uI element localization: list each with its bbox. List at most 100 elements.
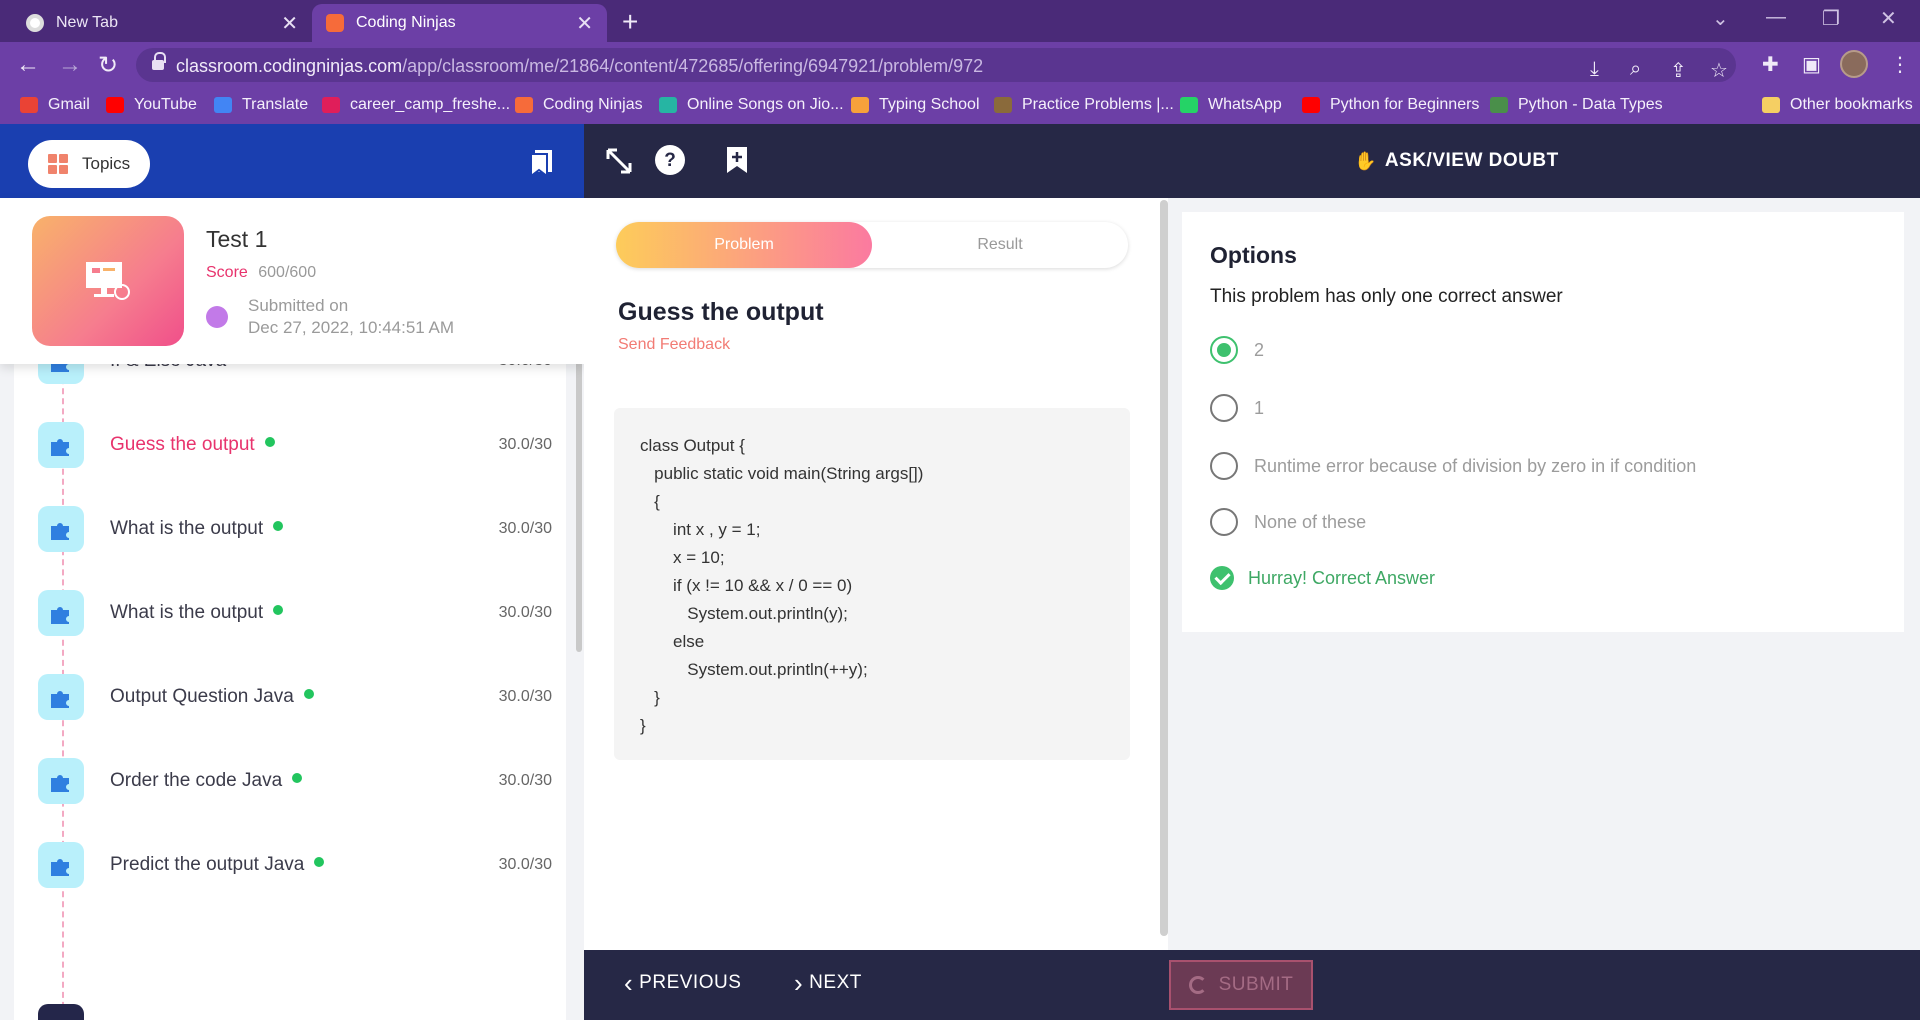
new-tab-button[interactable]: + bbox=[622, 6, 638, 38]
bookmark-gmail[interactable]: Gmail bbox=[20, 96, 90, 114]
chevron-right-icon: › bbox=[794, 968, 804, 998]
code-block: class Output { public static void main(S… bbox=[614, 408, 1130, 760]
minimize-icon[interactable]: — bbox=[1766, 6, 1786, 29]
bookmark-typing-school[interactable]: Typing School bbox=[851, 96, 980, 114]
bookmark-youtube[interactable]: YouTube bbox=[106, 96, 197, 114]
list-item-title: Output Question Java bbox=[110, 686, 294, 707]
puzzle-icon bbox=[38, 506, 84, 552]
address-bar[interactable]: classroom.codingninjas.com/app/classroom… bbox=[136, 48, 1736, 82]
tab-search-icon[interactable]: ⌄ bbox=[1712, 6, 1729, 31]
problem-title: Guess the output bbox=[618, 298, 824, 326]
status-dot bbox=[303, 689, 314, 699]
side-panel-icon[interactable]: ▣ bbox=[1802, 52, 1821, 77]
problem-result-toggle: Problem Result bbox=[616, 222, 1128, 268]
expand-icon[interactable] bbox=[604, 146, 634, 176]
options-subheading: This problem has only one correct answer bbox=[1210, 286, 1563, 307]
list-item[interactable]: What is the output 30.0/30 bbox=[14, 584, 566, 644]
main-header: ? ✋ ASK/VIEW DOUBT bbox=[584, 124, 1920, 198]
submit-button[interactable]: SUBMIT bbox=[1169, 960, 1313, 1010]
bookmark-coding-ninjas[interactable]: Coding Ninjas bbox=[515, 96, 643, 114]
close-tab-icon[interactable]: ✕ bbox=[576, 11, 593, 36]
list-item-active[interactable]: Guess the output 30.0/30 bbox=[14, 416, 566, 476]
test-title: Test 1 bbox=[206, 226, 268, 252]
bookmark-practice-problems[interactable]: Practice Problems |... bbox=[994, 96, 1174, 114]
reload-icon[interactable]: ↻ bbox=[98, 51, 118, 80]
forward-icon[interactable]: → bbox=[58, 51, 82, 79]
puzzle-icon bbox=[38, 674, 84, 720]
code-text: class Output { public static void main(S… bbox=[640, 436, 924, 735]
test-score: Score 600/600 bbox=[206, 264, 317, 281]
puzzle-icon bbox=[38, 842, 84, 888]
share-icon[interactable]: ⇪ bbox=[1670, 58, 1687, 83]
list-item-title: Order the code Java bbox=[110, 770, 283, 791]
folder-icon bbox=[1762, 97, 1780, 113]
list-item-title: Guess the output bbox=[110, 434, 255, 455]
topics-button[interactable]: Topics bbox=[28, 140, 150, 188]
list-item-title: What is the output bbox=[110, 518, 264, 539]
help-icon[interactable]: ? bbox=[654, 144, 686, 176]
restore-icon[interactable]: ❐ bbox=[1822, 6, 1840, 31]
list-item-title: Predict the output Java bbox=[110, 854, 305, 875]
radio[interactable] bbox=[1210, 508, 1238, 536]
grid-icon bbox=[48, 154, 68, 174]
status-dot bbox=[292, 773, 303, 783]
spinner-icon bbox=[1188, 976, 1207, 994]
bookmark-career-camp[interactable]: career_camp_freshe... bbox=[322, 96, 510, 114]
sidebar-header: Topics bbox=[0, 124, 584, 198]
bookmark-python-beginners[interactable]: Python for Beginners bbox=[1302, 96, 1479, 114]
puzzle-icon bbox=[38, 758, 84, 804]
install-icon[interactable]: ⤓ bbox=[1590, 58, 1599, 81]
bookmark-add-icon[interactable] bbox=[726, 146, 748, 174]
previous-button[interactable]: ‹ PREVIOUS bbox=[624, 970, 741, 996]
check-circle-icon bbox=[1210, 566, 1234, 590]
send-feedback-link[interactable]: Send Feedback bbox=[618, 336, 730, 354]
tab-problem[interactable]: Problem bbox=[616, 222, 872, 268]
problem-panel: Problem Result Guess the output Send Fee… bbox=[584, 198, 1168, 950]
status-dot bbox=[264, 437, 275, 447]
zoom-icon[interactable]: ⌕ bbox=[1630, 58, 1641, 81]
list-item-score: 30.0/30 bbox=[498, 436, 552, 453]
list-item-score: 30.0/30 bbox=[498, 772, 552, 789]
tab-title: New Tab bbox=[56, 14, 118, 31]
close-tab-icon[interactable]: ✕ bbox=[281, 11, 298, 36]
bookmark-whatsapp[interactable]: WhatsApp bbox=[1180, 96, 1282, 114]
puzzle-icon bbox=[38, 422, 84, 468]
bookmark-jiosaavn[interactable]: Online Songs on Jio... bbox=[659, 96, 844, 114]
extensions-icon[interactable]: ✚ bbox=[1762, 52, 1779, 77]
list-item-score: 30.0/30 bbox=[498, 688, 552, 705]
problem-scrollbar[interactable] bbox=[1160, 200, 1168, 936]
next-button[interactable]: › NEXT bbox=[794, 968, 862, 998]
bookmark-python-data-types[interactable]: Python - Data Types bbox=[1490, 96, 1663, 114]
puzzle-icon bbox=[38, 590, 84, 636]
browser-tab-bar: New Tab ✕ Coding Ninjas ✕ + ⌄ — ❐ ✕ bbox=[0, 0, 1920, 42]
menu-icon[interactable]: ⋮ bbox=[1890, 52, 1910, 77]
radio[interactable] bbox=[1210, 394, 1238, 422]
submitted-icon bbox=[206, 306, 228, 328]
translate-icon bbox=[214, 97, 232, 113]
tab-coding-ninjas[interactable]: Coding Ninjas ✕ bbox=[312, 4, 607, 42]
list-item[interactable]: Order the code Java 30.0/30 bbox=[14, 752, 566, 812]
avatar[interactable] bbox=[1840, 50, 1868, 78]
bookmark-other[interactable]: Other bookmarks bbox=[1762, 96, 1913, 114]
list-item[interactable]: Predict the output Java 30.0/30 bbox=[14, 836, 566, 896]
python-icon bbox=[1490, 97, 1508, 113]
back-icon[interactable]: ← bbox=[16, 51, 40, 79]
tab-result[interactable]: Result bbox=[872, 222, 1128, 268]
radio-selected[interactable] bbox=[1210, 336, 1238, 364]
star-icon[interactable]: ☆ bbox=[1710, 58, 1728, 83]
close-window-icon[interactable]: ✕ bbox=[1880, 6, 1897, 31]
radio[interactable] bbox=[1210, 452, 1238, 480]
tab-new-tab[interactable]: New Tab ✕ bbox=[12, 4, 312, 42]
monitor-icon bbox=[86, 262, 130, 300]
typing-school-icon bbox=[851, 97, 869, 113]
bookmarks-icon[interactable] bbox=[528, 148, 556, 178]
list-item[interactable]: Output Question Java 30.0/30 bbox=[14, 668, 566, 728]
list-item-score: 30.0/30 bbox=[498, 856, 552, 873]
bookmark-translate[interactable]: Translate bbox=[214, 96, 308, 114]
url-text[interactable]: classroom.codingninjas.com/app/classroom… bbox=[176, 56, 983, 77]
list-item[interactable]: What is the output 30.0/30 bbox=[14, 500, 566, 560]
ask-doubt-button[interactable]: ✋ ASK/VIEW DOUBT bbox=[1354, 150, 1559, 172]
youtube-icon bbox=[1302, 97, 1320, 113]
bookmarks-bar: Gmail YouTube Translate career_camp_fres… bbox=[0, 88, 1920, 124]
bottom-navigation: ‹ PREVIOUS › NEXT SUBMIT bbox=[584, 950, 1920, 1020]
